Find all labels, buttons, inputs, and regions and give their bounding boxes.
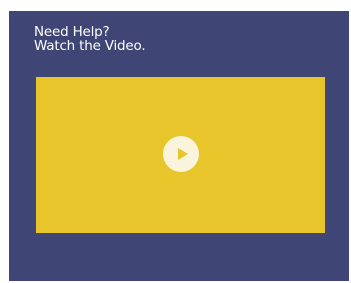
play-icon <box>177 148 188 160</box>
play-button[interactable] <box>163 136 199 172</box>
heading-line-watch-video: Watch the Video. <box>34 38 146 54</box>
help-heading: Need Help? Watch the Video. <box>34 24 146 54</box>
heading-line-need-help: Need Help? <box>34 24 110 40</box>
video-player[interactable] <box>36 77 325 233</box>
help-card: Need Help? Watch the Video. <box>9 11 349 281</box>
